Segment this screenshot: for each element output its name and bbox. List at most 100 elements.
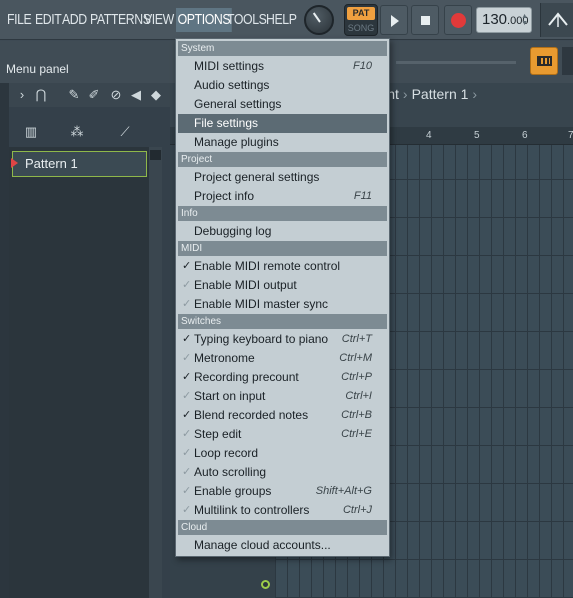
mute-icon[interactable]: ◀: [128, 86, 144, 104]
menu-item-step-edit[interactable]: ✓ Step edit Ctrl+E: [178, 425, 387, 444]
menu-item-project-general-settings[interactable]: Project general settings: [178, 168, 387, 187]
options-dropdown: System MIDI settings F10 Audio settings Gene…: [175, 38, 390, 557]
menu-section-header: MIDI: [178, 241, 387, 256]
magnet-icon[interactable]: ⋂: [33, 86, 49, 104]
delete-icon[interactable]: ⊘: [108, 86, 124, 104]
stop-button[interactable]: [411, 5, 439, 35]
menu-item-metronome[interactable]: ✓ Metronome Ctrl+M: [178, 349, 387, 368]
menu-item-enable-groups[interactable]: ✓ Enable groups Shift+Alt+G: [178, 482, 387, 501]
active-pattern-icon: [11, 158, 18, 168]
checkmark-off-icon: ✓: [182, 352, 192, 364]
menu-item-auto-scrolling[interactable]: ✓ Auto scrolling: [178, 463, 387, 482]
menu-item-file-settings[interactable]: File settings: [178, 114, 387, 133]
menu-item-blend-recorded-notes[interactable]: ✓ Blend recorded notes Ctrl+B: [178, 406, 387, 425]
checkmark-off-icon: ✓: [182, 466, 192, 478]
checkmark-off-icon: ✓: [182, 428, 192, 440]
pat-song-toggle[interactable]: PAT SONG: [344, 4, 378, 36]
pat-label: PAT: [347, 7, 375, 20]
ruler-bar: 7: [568, 130, 573, 141]
brush-icon[interactable]: ✐: [86, 86, 102, 104]
checkmark-off-icon: ✓: [182, 485, 192, 497]
menu-options[interactable]: OPTIONS: [176, 8, 232, 32]
menu-item-label: Recording precount: [194, 370, 299, 384]
menu-item-midi-settings[interactable]: MIDI settings F10: [178, 57, 387, 76]
arrow-right-icon[interactable]: ›: [14, 86, 30, 104]
checkmark-off-icon: ✓: [182, 447, 192, 459]
menu-item-shortcut: Ctrl+I: [345, 390, 372, 402]
menu-item-loop-record[interactable]: ✓ Loop record: [178, 444, 387, 463]
menu-section-header: Switches: [178, 314, 387, 329]
menu-item-general-settings[interactable]: General settings: [178, 95, 387, 114]
cpu-panel: [540, 3, 573, 37]
menu-item-label: Loop record: [194, 446, 259, 460]
menu-item-shortcut: Ctrl+J: [342, 504, 372, 516]
record-icon: [451, 13, 466, 28]
pattern-list-scrollbar[interactable]: [149, 147, 162, 598]
breadcrumb-pattern[interactable]: Pattern 1: [412, 86, 469, 102]
menu-item-label: Audio settings: [194, 78, 270, 92]
pitch-slider[interactable]: [396, 61, 516, 64]
menu-item-typing-keyboard-to-piano[interactable]: ✓ Typing keyboard to piano Ctrl+T: [178, 330, 387, 349]
scroll-button[interactable]: [150, 150, 161, 160]
automation-icon[interactable]: ⟋: [117, 123, 133, 141]
slip-icon[interactable]: ◆: [148, 86, 164, 104]
menu-item-label: Enable MIDI master sync: [194, 297, 329, 311]
piano-roll-button[interactable]: [530, 47, 558, 75]
checkmark-icon: ✓: [182, 409, 192, 421]
menu-add[interactable]: ADD: [62, 8, 87, 32]
pencil-icon[interactable]: ✎: [66, 86, 82, 104]
checkmark-icon: ✓: [182, 260, 192, 272]
menu-item-label: Enable MIDI remote control: [194, 259, 341, 273]
play-button[interactable]: [380, 5, 408, 35]
playlist-tools: › ⋂ ✎ ✐ ⊘ ◀ ◆: [9, 83, 170, 107]
menu-item-multilink-to-controllers[interactable]: ✓ Multilink to controllers Ctrl+J: [178, 501, 387, 520]
piano-keys-icon[interactable]: ▥: [23, 123, 39, 141]
menu-item-shortcut: Shift+Alt+G: [315, 485, 372, 497]
checkmark-off-icon: ✓: [182, 390, 192, 402]
checkmark-icon: ✓: [182, 333, 192, 345]
menu-item-shortcut: F10: [353, 60, 372, 72]
waveform-icon[interactable]: ⁂: [69, 123, 85, 141]
menu-file[interactable]: FILE: [7, 8, 32, 32]
menu-item-label: Debugging log: [194, 224, 272, 238]
menu-edit[interactable]: EDIT: [35, 8, 62, 32]
menu-help[interactable]: HELP: [266, 8, 297, 32]
side-button[interactable]: [562, 47, 573, 75]
menu-item-debugging-log[interactable]: Debugging log: [178, 222, 387, 241]
menu-item-label: Blend recorded notes: [194, 408, 309, 422]
menu-item-project-info[interactable]: Project info F11: [178, 187, 387, 206]
menu-item-enable-midi-master-sync[interactable]: ✓ Enable MIDI master sync: [178, 295, 387, 314]
menu-section-header: Cloud: [178, 520, 387, 535]
checkmark-off-icon: ✓: [182, 298, 192, 310]
tempo-stepper-icon[interactable]: ▲ ▼: [521, 13, 528, 27]
menu-item-shortcut: Ctrl+B: [341, 409, 372, 421]
menu-item-recording-precount[interactable]: ✓ Recording precount Ctrl+P: [178, 368, 387, 387]
menu-patterns[interactable]: PATTERNS: [90, 8, 151, 32]
ruler-bar: 5: [474, 130, 480, 141]
checkmark-off-icon: ✓: [182, 279, 192, 291]
menu-tools[interactable]: TOOLS: [227, 8, 267, 32]
pattern-item[interactable]: Pattern 1: [11, 151, 147, 177]
menu-item-manage-cloud-accounts[interactable]: Manage cloud accounts...: [178, 536, 387, 555]
menu-item-manage-plugins[interactable]: Manage plugins: [178, 133, 387, 152]
menu-item-label: Typing keyboard to piano: [194, 332, 329, 346]
menu-item-label: Auto scrolling: [194, 465, 267, 479]
tempo-field[interactable]: 130.000 ▲ ▼: [476, 7, 532, 33]
menu-item-label: MIDI settings: [194, 59, 265, 73]
record-button[interactable]: [444, 5, 472, 35]
menu-item-enable-midi-remote-control[interactable]: ✓ Enable MIDI remote control: [178, 257, 387, 276]
stop-icon: [421, 16, 430, 25]
menu-item-label: General settings: [194, 97, 282, 111]
master-volume-knob[interactable]: [304, 5, 334, 35]
menu-item-start-on-input[interactable]: ✓ Start on input Ctrl+I: [178, 387, 387, 406]
menu-item-label: Start on input: [194, 389, 266, 403]
track-status-icon[interactable]: [261, 580, 270, 589]
knob-needle: [312, 12, 321, 23]
menu-item-label: Manage plugins: [194, 135, 279, 149]
menu-item-enable-midi-output[interactable]: ✓ Enable MIDI output: [178, 276, 387, 295]
menu-item-shortcut: Ctrl+M: [339, 352, 372, 364]
chevron-right-icon: ›: [402, 86, 408, 102]
chevron-right-icon: ›: [472, 86, 478, 102]
menu-item-audio-settings[interactable]: Audio settings: [178, 76, 387, 95]
menu-view[interactable]: VIEW: [144, 8, 174, 32]
